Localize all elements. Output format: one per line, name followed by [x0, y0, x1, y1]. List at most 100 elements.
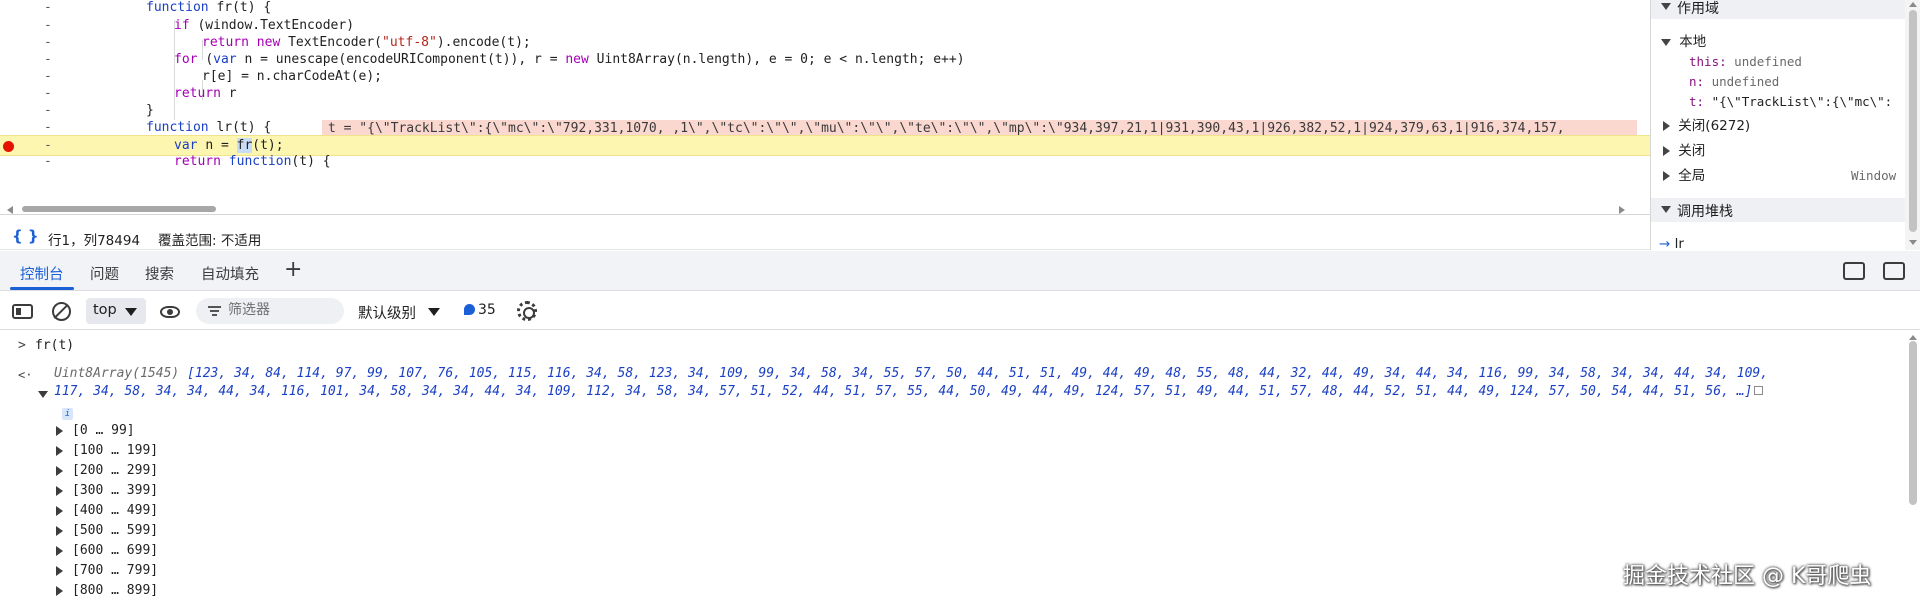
scroll-up-arrow[interactable]: [1909, 335, 1917, 340]
tab-autofill[interactable]: 自动填充: [201, 263, 259, 284]
prop-value: undefined: [1734, 54, 1802, 69]
chevron-down-icon: [1661, 206, 1671, 213]
scroll-thumb[interactable]: [1909, 10, 1917, 232]
issues-message-icon: [464, 304, 475, 315]
global-label: 全局: [1678, 168, 1706, 184]
log-levels-dropdown[interactable]: 默认级别: [358, 302, 416, 323]
chevron-down-icon: [1661, 3, 1671, 10]
tab-issues[interactable]: 问题: [90, 263, 119, 284]
editor-status-bar: { } 行1，列78494 覆盖范围: 不适用: [0, 224, 1650, 250]
clear-console-icon[interactable]: [52, 302, 71, 321]
scroll-left-arrow[interactable]: [7, 206, 13, 214]
scroll-up-arrow[interactable]: [1909, 2, 1917, 7]
scope-closure[interactable]: 关闭: [1663, 141, 1917, 161]
console-scrollbar[interactable]: [1906, 331, 1920, 603]
issues-counter[interactable]: 35: [464, 302, 496, 318]
scope-local-label: 本地: [1679, 34, 1707, 50]
dock-drawer-icon[interactable]: [1843, 262, 1865, 280]
prop-name: this: [1689, 54, 1720, 69]
chevron-right-icon: [56, 586, 63, 596]
result-preview-line-2[interactable]: 117, 34, 58, 34, 34, 44, 34, 116, 101, 3…: [54, 383, 1864, 401]
scroll-thumb[interactable]: [1909, 341, 1917, 505]
live-expression-eye-icon[interactable]: [160, 306, 180, 318]
prop-value: "{\"TrackList\":{\"mc\":: [1711, 94, 1893, 109]
closure-label: 关闭: [1678, 143, 1706, 159]
breakpoint-icon[interactable]: [3, 141, 14, 152]
chevron-right-icon: [56, 426, 63, 436]
chevron-right-icon: [1663, 171, 1670, 181]
chevron-right-icon: [56, 546, 63, 556]
tab-console[interactable]: 控制台: [20, 263, 64, 284]
sidebar-scrollbar[interactable]: [1905, 0, 1920, 250]
scope-prop-n[interactable]: n: undefined: [1689, 72, 1920, 92]
add-tab-button[interactable]: +: [284, 259, 302, 281]
code-line[interactable]: - return function(t) {: [0, 152, 1650, 173]
scope-global[interactable]: 全局 Window: [1663, 166, 1917, 186]
coverage-status: 覆盖范围: 不适用: [158, 233, 262, 249]
prop-separator: :: [1719, 54, 1735, 69]
scroll-down-arrow[interactable]: [1909, 240, 1917, 245]
range-label: [600 … 699]: [72, 543, 159, 558]
range-label: [500 … 599]: [72, 523, 159, 538]
scope-closure-6272[interactable]: 关闭(6272): [1663, 116, 1917, 136]
chevron-right-icon: [56, 446, 63, 456]
scroll-right-arrow[interactable]: [1619, 206, 1625, 214]
range-label: [200 … 299]: [72, 463, 159, 478]
info-icon[interactable]: i: [62, 408, 73, 420]
active-tab-indicator: [10, 287, 74, 290]
callstack-header-label: 调用堆栈: [1677, 204, 1733, 220]
scope-section-header[interactable]: 作用域: [1651, 0, 1905, 19]
chevron-down-icon: [1661, 38, 1671, 46]
result-type: Uint8Array(1545): [54, 366, 180, 381]
global-value: Window: [1851, 168, 1897, 183]
gutter-marker[interactable]: -: [44, 152, 54, 173]
horizontal-scrollbar[interactable]: [0, 203, 1635, 214]
drawer-tab-bar: 控制台 问题 搜索 自动填充 +: [0, 251, 1920, 291]
watermark: 掘金技术社区 @ K哥爬虫: [1623, 564, 1872, 589]
pretty-print-button[interactable]: { }: [12, 227, 39, 245]
cursor-position: 行1，列78494: [48, 233, 141, 249]
console-settings-gear-icon[interactable]: [517, 301, 537, 321]
paused-call-highlight[interactable]: fr: [236, 138, 253, 153]
source-editor[interactable]: - function fr(t) {- if (window.TextEncoder…: [0, 0, 1650, 215]
console-input-text: fr(t): [35, 338, 75, 353]
filter-input[interactable]: [228, 302, 338, 318]
range-label: [100 … 199]: [72, 443, 159, 458]
range-label: [800 … 899]: [72, 583, 159, 598]
chevron-right-icon: [1663, 121, 1670, 131]
chevron-right-icon: [56, 526, 63, 536]
caret-down-icon: [125, 308, 137, 316]
scope-local[interactable]: 本地: [1661, 32, 1915, 52]
copy-icon[interactable]: [1754, 386, 1764, 395]
debugger-sidebar: 作用域 本地 this: undefined n: undefined t: "…: [1650, 0, 1920, 250]
expand-result-toggle[interactable]: [38, 391, 48, 398]
chevron-right-icon: [1663, 146, 1670, 156]
prop-value: undefined: [1711, 74, 1780, 89]
scope-prop-this[interactable]: this: undefined: [1689, 52, 1920, 72]
scroll-thumb[interactable]: [22, 206, 216, 212]
scope-header-label: 作用域: [1677, 1, 1719, 17]
prop-separator: :: [1696, 74, 1712, 89]
scope-prop-t[interactable]: t: "{\"TrackList\":{\"mc\":: [1689, 92, 1920, 112]
code-text: return function(t) {: [174, 154, 331, 169]
callstack-section-header[interactable]: 调用堆栈: [1651, 198, 1905, 222]
close-drawer-icon[interactable]: [1883, 262, 1905, 280]
range-label: [700 … 799]: [72, 563, 159, 578]
caret-down-icon[interactable]: [428, 308, 440, 316]
chevron-right-icon: [56, 566, 63, 576]
prop-name: t: [1689, 94, 1697, 109]
closure-label: 关闭(6272): [1678, 118, 1751, 134]
result-preview-line-1[interactable]: Uint8Array(1545) [123, 34, 84, 114, 97, …: [54, 365, 1864, 383]
tab-search[interactable]: 搜索: [145, 263, 174, 284]
console-sidebar-toggle-icon[interactable]: [12, 304, 33, 319]
prop-separator: :: [1696, 94, 1712, 109]
prop-name: n: [1689, 74, 1697, 89]
range-label: [400 … 499]: [72, 503, 159, 518]
callstack-frame[interactable]: → lr: [1659, 234, 1913, 250]
chevron-right-icon: [56, 506, 63, 516]
result-chevron-icon: <·: [18, 368, 33, 382]
filter-field[interactable]: [196, 298, 344, 324]
prompt-chevron-icon: >: [18, 338, 26, 353]
chevron-right-icon: [56, 486, 63, 496]
context-selector[interactable]: top: [86, 298, 146, 324]
